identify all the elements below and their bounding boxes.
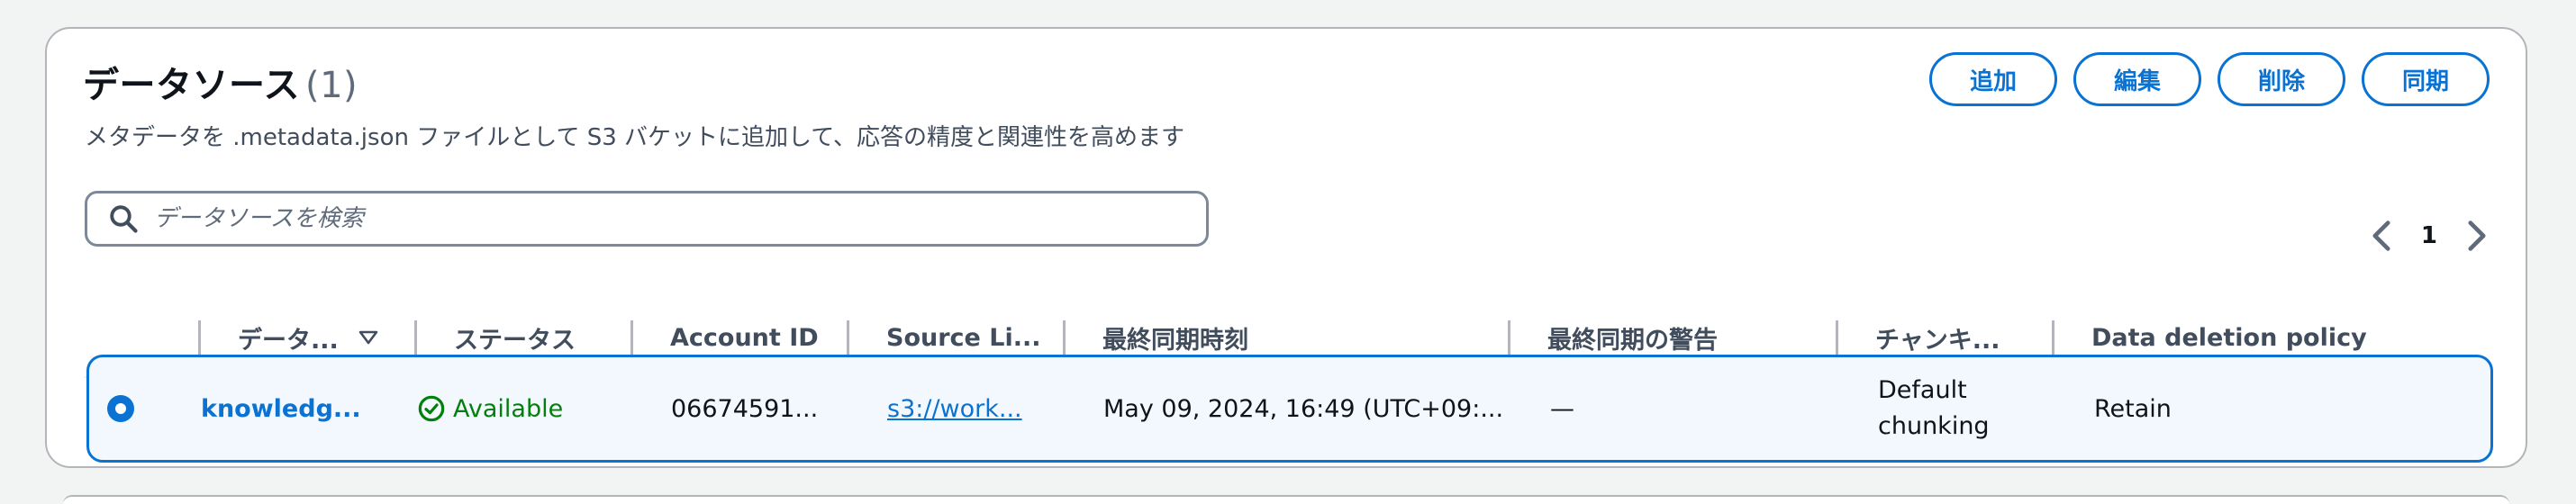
title-text: データソース <box>83 65 300 106</box>
next-panel-edge <box>63 495 2509 504</box>
table-row[interactable]: knowledg... Available 06674591... s3://w… <box>86 355 2493 463</box>
column-separator <box>198 320 201 356</box>
column-separator[interactable] <box>630 320 633 356</box>
data-source-panel: データソース (1) メタデータを .metadata.json ファイルとして … <box>45 27 2527 468</box>
column-separator[interactable] <box>1508 320 1510 356</box>
chevron-right-icon[interactable] <box>2464 220 2490 252</box>
chunking-text: Default chunking <box>1878 376 1990 440</box>
account-id-cell: 06674591... <box>671 394 819 423</box>
chunking-cell: Default chunking <box>1878 357 2013 460</box>
search-box[interactable] <box>85 191 1209 247</box>
last-sync-warning-cell: — <box>1550 394 1574 423</box>
column-separator[interactable] <box>2052 320 2054 356</box>
sync-button[interactable]: 同期 <box>2362 52 2490 106</box>
sort-down-icon[interactable] <box>358 330 378 345</box>
check-circle-icon <box>418 395 445 422</box>
column-separator[interactable] <box>1063 320 1066 356</box>
item-count: (1) <box>305 65 358 106</box>
delete-button[interactable]: 削除 <box>2218 52 2345 106</box>
status-badge: Available <box>417 394 563 423</box>
panel-description: メタデータを .metadata.json ファイルとして S3 バケットに追加… <box>85 124 1184 151</box>
action-bar: 追加 編集 削除 同期 <box>1929 52 2490 106</box>
status-cell: Available <box>417 357 563 460</box>
search-input[interactable] <box>152 204 1206 233</box>
column-header-label: データ... <box>238 326 339 355</box>
status-text: Available <box>453 394 564 423</box>
radio-selected[interactable] <box>107 395 134 422</box>
column-separator[interactable] <box>414 320 417 356</box>
deletion-policy-cell: Retain <box>2094 394 2172 423</box>
column-separator[interactable] <box>1836 320 1838 356</box>
row-select-radio[interactable] <box>107 357 134 460</box>
current-page[interactable]: 1 <box>2421 222 2437 249</box>
last-sync-time-cell: May 09, 2024, 16:49 (UTC+09:... <box>1103 394 1504 423</box>
search-icon <box>110 205 138 233</box>
column-separator[interactable] <box>847 320 849 356</box>
edit-button[interactable]: 編集 <box>2073 52 2201 106</box>
page-title: データソース (1) <box>83 56 358 108</box>
add-button[interactable]: 追加 <box>1929 52 2057 106</box>
pagination: 1 <box>2369 220 2490 252</box>
data-source-name-link[interactable]: knowledg... <box>201 357 361 460</box>
chevron-left-icon[interactable] <box>2369 220 2394 252</box>
source-link[interactable]: s3://work... <box>887 357 1022 460</box>
